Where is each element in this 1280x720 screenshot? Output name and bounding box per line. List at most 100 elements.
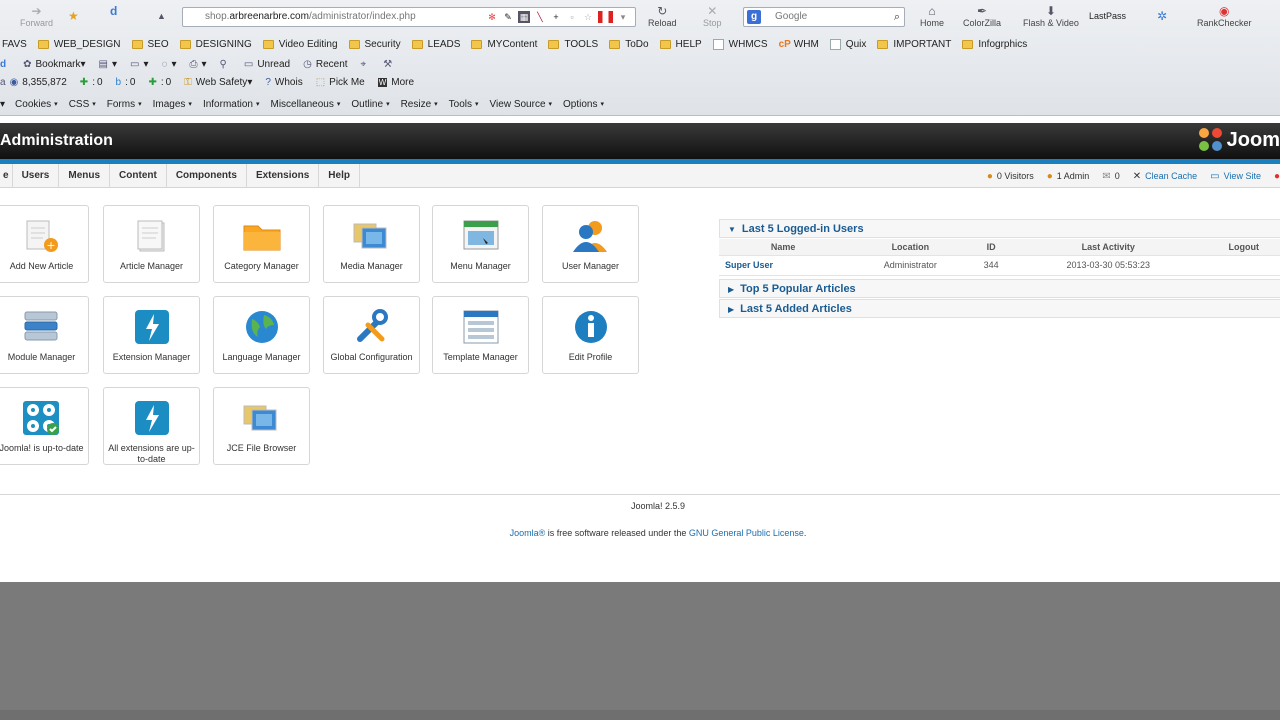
bookmark-security[interactable]: Security — [348, 39, 401, 50]
recent-button[interactable]: ◷ Recent — [303, 59, 347, 70]
alexa-rank[interactable]: a ◉ 8,355,872 — [0, 77, 67, 88]
pen-icon[interactable]: ╲ — [534, 11, 546, 23]
webdev-menu-tools[interactable]: Tools ▾ — [449, 99, 479, 110]
yahoo-count[interactable]: ✚:0 — [148, 77, 171, 88]
quickicon-global-configuration[interactable]: Global Configuration — [323, 296, 420, 374]
bookmark-todo[interactable]: ToDo — [609, 39, 649, 50]
view-site-link[interactable]: ▭ View Site — [1210, 171, 1261, 182]
rankchecker-button[interactable]: ◉ RankChecker — [1197, 4, 1252, 28]
menu-item-extensions[interactable]: Extensions — [247, 164, 320, 188]
webdev-menu-forms[interactable]: Forms ▾ — [107, 99, 142, 110]
google-plus-count[interactable]: ✚:0 — [80, 77, 103, 88]
quickicon-language-manager[interactable]: Language Manager — [213, 296, 310, 374]
bookmark-important[interactable]: IMPORTANT — [877, 39, 951, 50]
webdev-menu-information[interactable]: Information ▾ — [203, 99, 260, 110]
menu-item-components[interactable]: Components — [167, 164, 247, 188]
pickme-button[interactable]: ⬚ Pick Me — [316, 77, 365, 88]
more-button[interactable]: W More — [377, 77, 414, 88]
bookmark-button[interactable]: ✿ Bookmark ▾ — [23, 59, 85, 70]
bookmark-video-editing[interactable]: Video Editing — [262, 39, 338, 50]
quickicon-media-manager[interactable]: Media Manager — [323, 205, 420, 283]
hammer-icon[interactable]: ⚒ — [383, 59, 396, 70]
clean-cache-link[interactable]: ✕ Clean Cache — [1133, 171, 1197, 182]
quickicon-joomla-is-up-to-date[interactable]: Joomla! is up-to-date — [0, 387, 89, 465]
logout-icon[interactable]: ● — [1274, 171, 1280, 182]
menu-item-help[interactable]: Help — [319, 164, 360, 188]
menu-item-users[interactable]: Users — [13, 164, 60, 188]
quickicon-article-manager[interactable]: Article Manager — [103, 205, 200, 283]
print-icon[interactable]: ⎙ ▾ — [190, 59, 207, 70]
admins-status[interactable]: ● 1 Admin — [1047, 171, 1090, 182]
quickicon-template-manager[interactable]: Template Manager — [432, 296, 529, 374]
bookmark-whmcs[interactable]: WHMCS — [712, 39, 768, 50]
webdev-menu-miscellaneous[interactable]: Miscellaneous ▾ — [270, 99, 340, 110]
delicious-button[interactable]: d — [0, 59, 10, 70]
bookmark-leads[interactable]: LEADS — [411, 39, 460, 50]
url-bar[interactable]: shop.arbreenarbre.com/administrator/inde… — [182, 7, 636, 27]
notes-icon[interactable]: ▤ ▾ — [99, 59, 117, 70]
menu-item-content[interactable]: Content — [110, 164, 167, 188]
forward-button[interactable]: ➔ Forward — [20, 4, 53, 28]
tag-icon[interactable]: ⌖ — [361, 59, 371, 70]
joomla-logo[interactable]: Joom — [1198, 128, 1280, 152]
bookmark-mycontent[interactable]: MYContent — [471, 39, 537, 50]
bookmark-infogrphics[interactable]: Infogrphics — [962, 39, 1027, 50]
dropdown-icon[interactable]: ▾ — [0, 99, 5, 110]
bing-count[interactable]: b:0 — [116, 77, 136, 88]
url-text[interactable]: shop.arbreenarbre.com/administrator/inde… — [205, 8, 416, 26]
quickicon-all-extensions-are-up-to-date[interactable]: All extensions are up-to-date — [103, 387, 200, 465]
search-bar[interactable]: g Google ⌕ — [743, 7, 905, 27]
comment-icon[interactable]: ◌ ▾ — [162, 59, 177, 70]
screenshot-icon[interactable]: ▭ ▾ — [130, 59, 148, 70]
bookmark-help[interactable]: HELP — [659, 39, 702, 50]
bookmark-star-icon[interactable]: ☆ — [582, 11, 594, 23]
bookmark-favs[interactable]: FAVS — [2, 39, 27, 50]
network-icon[interactable]: ✲ — [1157, 9, 1167, 23]
delicious-icon[interactable]: d — [110, 4, 117, 18]
identity-icon[interactable]: ▲ — [157, 9, 166, 23]
quickicon-menu-manager[interactable]: Menu Manager — [432, 205, 529, 283]
webdev-menu-view-source[interactable]: View Source ▾ — [490, 99, 552, 110]
webdev-menu-options[interactable]: Options ▾ — [563, 99, 604, 110]
joomla-addon-icon[interactable]: ✻ — [486, 11, 498, 23]
messages-status[interactable]: ✉ 0 — [1102, 171, 1119, 182]
bookmark-tools[interactable]: TOOLS — [548, 39, 598, 50]
quickicon-extension-manager[interactable]: Extension Manager — [103, 296, 200, 374]
webdev-menu-resize[interactable]: Resize ▾ — [401, 99, 438, 110]
joomla-link[interactable]: Joomla® — [510, 528, 546, 538]
bookmark-quix[interactable]: Quix — [829, 39, 866, 50]
search-icon[interactable]: ⌕ — [894, 8, 900, 26]
quickicon-edit-profile[interactable]: Edit Profile — [542, 296, 639, 374]
webdev-menu-cookies[interactable]: Cookies ▾ — [15, 99, 58, 110]
logged-in-users-panel-header[interactable]: ▼ Last 5 Logged-in Users — [719, 219, 1280, 238]
quickicon-module-manager[interactable]: Module Manager — [0, 296, 89, 374]
menu-item-menus[interactable]: Menus — [59, 164, 111, 188]
popular-articles-panel-header[interactable]: ▶ Top 5 Popular Articles — [719, 278, 1280, 298]
quickicon-add-new-article[interactable]: + Add New Article — [0, 205, 89, 283]
link-icon[interactable]: ⚲ — [220, 59, 231, 70]
quickicon-category-manager[interactable]: Category Manager — [213, 205, 310, 283]
grid-icon[interactable]: ▫ — [566, 11, 578, 23]
gpl-license-link[interactable]: GNU General Public License — [689, 528, 804, 538]
bookmark-designing[interactable]: DESIGNING — [179, 39, 252, 50]
added-articles-panel-header[interactable]: ▶ Last 5 Added Articles — [719, 298, 1280, 318]
unread-button[interactable]: ▭ Unread — [244, 59, 290, 70]
dropdown-icon[interactable]: ▾ — [617, 11, 629, 23]
quickicon-jce-file-browser[interactable]: JCE File Browser — [213, 387, 310, 465]
bookmark-web-design[interactable]: WEB_DESIGN — [37, 39, 121, 50]
stop-button[interactable]: ✕ Stop — [703, 4, 722, 28]
home-button[interactable]: ⌂ Home — [920, 4, 944, 28]
favorites-star-icon[interactable]: ★ — [68, 9, 79, 23]
colorzilla-button[interactable]: ✒ ColorZilla — [963, 4, 1001, 28]
lastpass-button[interactable]: LastPass — [1089, 11, 1126, 21]
flash-video-button[interactable]: ⬇ Flash & Video — [1023, 4, 1079, 28]
eyedropper-icon[interactable]: ✎ — [502, 11, 514, 23]
plus-icon[interactable]: + — [550, 11, 562, 23]
user-logout-cell[interactable] — [1207, 255, 1280, 276]
bookmark-seo[interactable]: SEO — [131, 39, 169, 50]
whois-button[interactable]: ? Whois — [265, 77, 302, 88]
web-safety-button[interactable]: ⚿ Web Safety ▾ — [184, 77, 252, 88]
webdev-menu-images[interactable]: Images ▾ — [153, 99, 192, 110]
visitors-status[interactable]: ● 0 Visitors — [987, 171, 1034, 182]
bookmark-whm[interactable]: cP WHM — [779, 39, 819, 50]
